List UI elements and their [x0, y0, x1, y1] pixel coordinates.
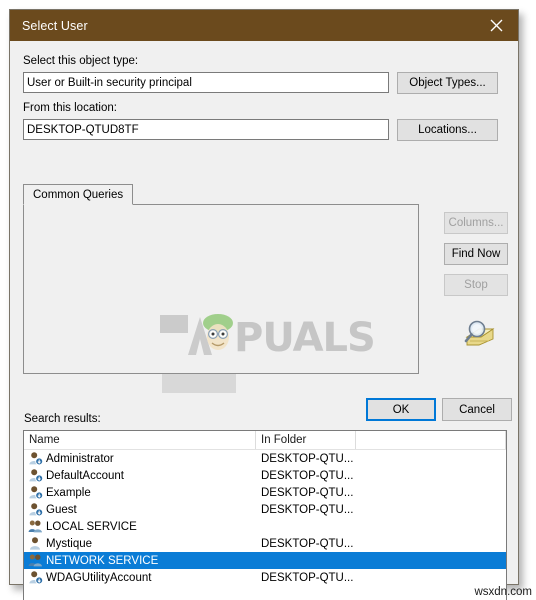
cell-name: Administrator — [24, 451, 256, 466]
cell-in-folder: DESKTOP-QTU... — [261, 503, 354, 516]
cell-in-folder: DESKTOP-QTU... — [261, 452, 354, 465]
cancel-button[interactable]: Cancel — [442, 398, 512, 421]
columns-button[interactable]: Columns... — [444, 212, 508, 234]
window-title: Select User — [22, 18, 88, 33]
site-watermark: wsxdn.com — [474, 586, 532, 598]
row-name-text: Guest — [46, 503, 77, 516]
object-types-button[interactable]: Object Types... — [397, 72, 498, 94]
table-row[interactable]: WDAGUtilityAccount DESKTOP-QTU... — [24, 569, 506, 586]
dialog-body: Select this object type: User or Built-i… — [10, 41, 518, 600]
user-arrow-icon — [28, 570, 43, 585]
cell-in-folder: DESKTOP-QTU... — [261, 571, 354, 584]
cell-name: NETWORK SERVICE — [24, 553, 256, 568]
cell-name: Example — [24, 485, 256, 500]
cell-name: Mystique — [24, 536, 256, 551]
cell-name: WDAGUtilityAccount — [24, 570, 256, 585]
row-name-text: Example — [46, 486, 91, 499]
location-label: From this location: — [23, 102, 117, 114]
row-name-text: LOCAL SERVICE — [46, 520, 137, 533]
table-row[interactable]: DefaultAccount DESKTOP-QTU... — [24, 467, 506, 484]
column-header-name[interactable]: Name — [24, 431, 256, 449]
close-icon[interactable] — [474, 10, 518, 41]
user-arrow-icon — [28, 468, 43, 483]
cell-name: LOCAL SERVICE — [24, 519, 256, 534]
screenshot-root: Select User Select this object type: Use… — [0, 0, 536, 600]
row-name-text: DefaultAccount — [46, 469, 124, 482]
table-row[interactable]: NETWORK SERVICE — [24, 552, 506, 569]
row-name-text: Administrator — [46, 452, 114, 465]
list-rows: Administrator DESKTOP-QTU... DefaultAccoun… — [24, 450, 506, 586]
row-name-text: WDAGUtilityAccount — [46, 571, 152, 584]
table-row[interactable]: Guest DESKTOP-QTU... — [24, 501, 506, 518]
row-name-text: NETWORK SERVICE — [46, 554, 159, 567]
search-results-list[interactable]: Name In Folder Administrator DESKTOP-QTU.… — [23, 430, 507, 600]
tab-common-queries[interactable]: Common Queries — [23, 184, 134, 205]
ok-button[interactable]: OK — [366, 398, 436, 421]
location-field[interactable]: DESKTOP-QTUD8TF — [23, 119, 389, 140]
search-results-label: Search results: — [24, 413, 101, 425]
user-arrow-icon — [28, 502, 43, 517]
list-header: Name In Folder — [24, 431, 506, 450]
cell-in-folder: DESKTOP-QTU... — [261, 469, 354, 482]
column-header-in-folder[interactable]: In Folder — [256, 431, 356, 449]
group-icon — [28, 519, 43, 534]
user-icon — [28, 536, 43, 551]
object-type-field[interactable]: User or Built-in security principal — [23, 72, 389, 93]
user-arrow-icon — [28, 485, 43, 500]
days-since-last-logon-select[interactable] — [162, 371, 236, 393]
object-type-label: Select this object type: — [23, 55, 139, 67]
table-row[interactable]: Administrator DESKTOP-QTU... — [24, 450, 506, 467]
tab-strip: Common Queries — [23, 184, 134, 205]
table-row[interactable]: Mystique DESKTOP-QTU... — [24, 535, 506, 552]
find-now-button[interactable]: Find Now — [444, 243, 508, 265]
cell-name: Guest — [24, 502, 256, 517]
common-queries-panel — [23, 204, 419, 374]
table-row[interactable]: Example DESKTOP-QTU... — [24, 484, 506, 501]
locations-button[interactable]: Locations... — [397, 119, 498, 141]
cell-name: DefaultAccount — [24, 468, 256, 483]
search-magnifier-icon — [459, 317, 499, 349]
cell-in-folder: DESKTOP-QTU... — [261, 486, 354, 499]
table-row[interactable]: LOCAL SERVICE — [24, 518, 506, 535]
select-user-dialog: Select User Select this object type: Use… — [9, 9, 519, 600]
user-arrow-icon — [28, 451, 43, 466]
group-icon — [28, 553, 43, 568]
column-header-spacer — [356, 431, 506, 449]
row-name-text: Mystique — [46, 537, 93, 550]
tab-label: Common Queries — [33, 188, 124, 201]
title-bar: Select User — [10, 10, 518, 41]
cell-in-folder: DESKTOP-QTU... — [261, 537, 354, 550]
stop-button[interactable]: Stop — [444, 274, 508, 296]
